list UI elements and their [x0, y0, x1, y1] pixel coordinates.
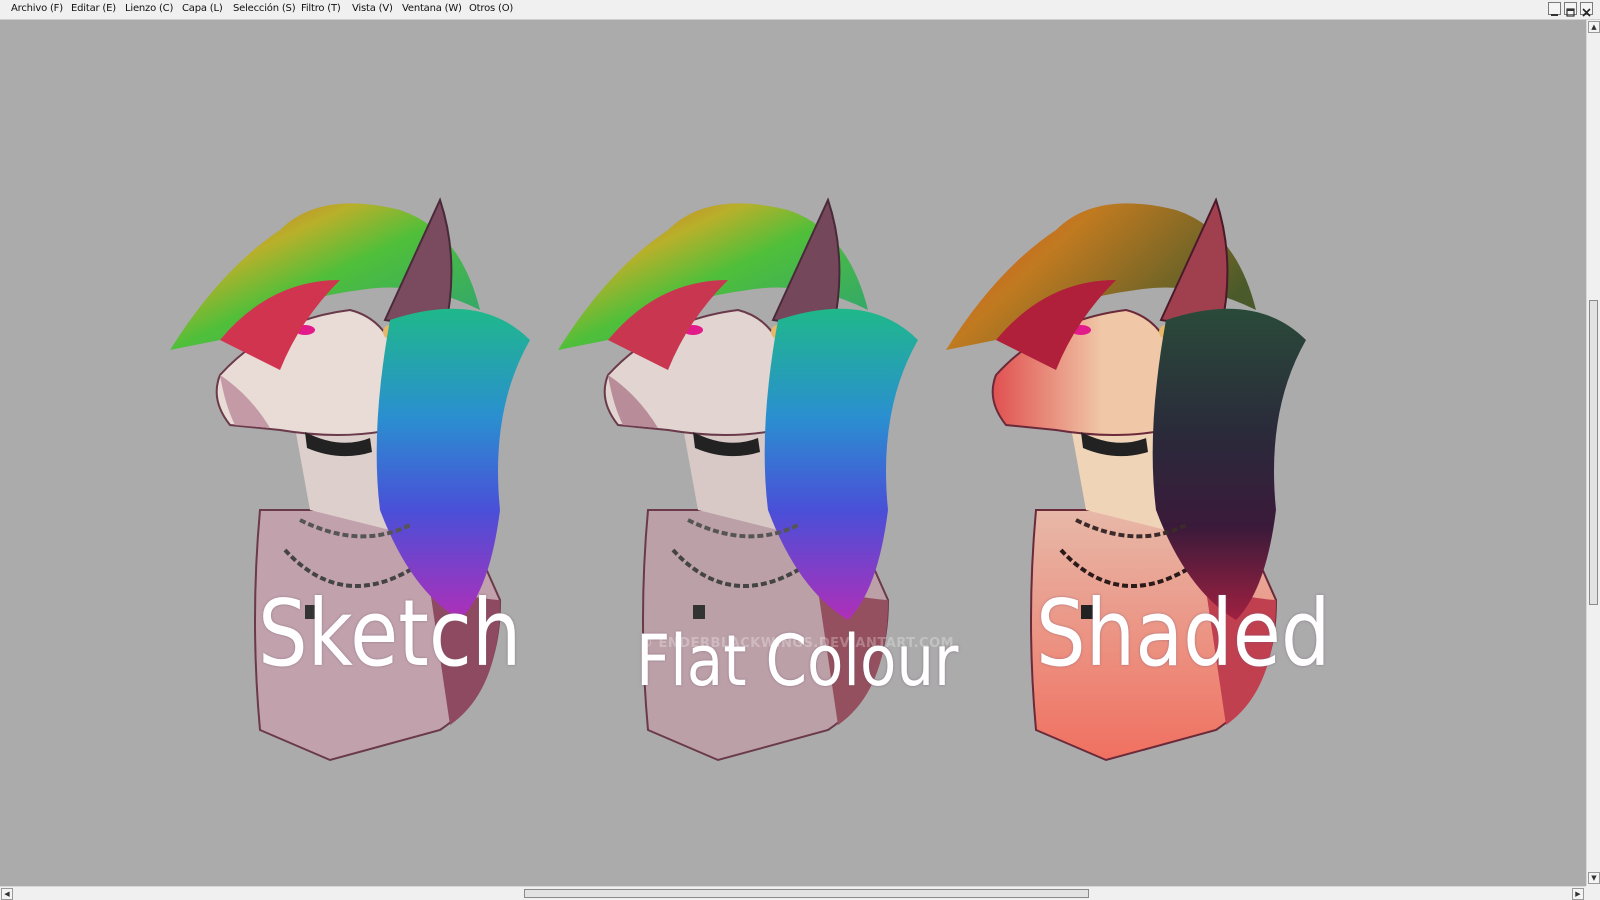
menu-lienzo[interactable]: Lienzo (C)	[125, 3, 173, 14]
scrollbar-corner	[1586, 886, 1600, 900]
chevron-up-icon: ▲	[1591, 23, 1597, 31]
chevron-left-icon: ◀	[4, 890, 10, 898]
watermark: © ENDERBLACKWINGS.DEVIANTART.COM	[640, 636, 955, 651]
minimize-button[interactable]	[1548, 2, 1561, 16]
horizontal-scroll-thumb[interactable]	[524, 889, 1089, 898]
close-icon	[1582, 8, 1591, 17]
vertical-scrollbar[interactable]: ▲ ▼	[1586, 20, 1600, 886]
canvas-area[interactable]: Sketch Flat Colour Shaded © ENDERBLACKWI…	[0, 20, 1586, 886]
menu-capa[interactable]: Capa (L)	[182, 3, 223, 14]
menu-otros[interactable]: Otros (O)	[469, 3, 513, 14]
chevron-down-icon: ▼	[1591, 874, 1597, 882]
scroll-left-button[interactable]: ◀	[1, 888, 13, 900]
menu-archivo[interactable]: Archivo (F)	[11, 3, 63, 14]
scroll-right-button[interactable]: ▶	[1572, 888, 1584, 900]
menu-seleccion[interactable]: Selección (S)	[233, 3, 296, 14]
menu-bar: Archivo (F) Editar (E) Lienzo (C) Capa (…	[0, 0, 1600, 20]
restore-button[interactable]	[1564, 2, 1577, 17]
sketch-label: Sketch	[258, 580, 522, 687]
menu-vista[interactable]: Vista (V)	[352, 3, 393, 14]
vertical-scroll-thumb[interactable]	[1589, 300, 1598, 605]
shaded-label: Shaded	[1036, 580, 1331, 687]
close-button[interactable]	[1580, 2, 1593, 17]
minimize-icon	[1551, 14, 1558, 16]
scroll-up-button[interactable]: ▲	[1588, 21, 1600, 33]
scroll-down-button[interactable]: ▼	[1588, 872, 1600, 884]
flat-colour-label: Flat Colour	[636, 620, 959, 702]
horizontal-scrollbar[interactable]: ◀ ▶	[0, 886, 1586, 900]
menu-editar[interactable]: Editar (E)	[71, 3, 116, 14]
menu-filtro[interactable]: Filtro (T)	[301, 3, 341, 14]
chevron-right-icon: ▶	[1575, 890, 1581, 898]
menu-ventana[interactable]: Ventana (W)	[402, 3, 462, 14]
restore-icon	[1566, 8, 1575, 17]
